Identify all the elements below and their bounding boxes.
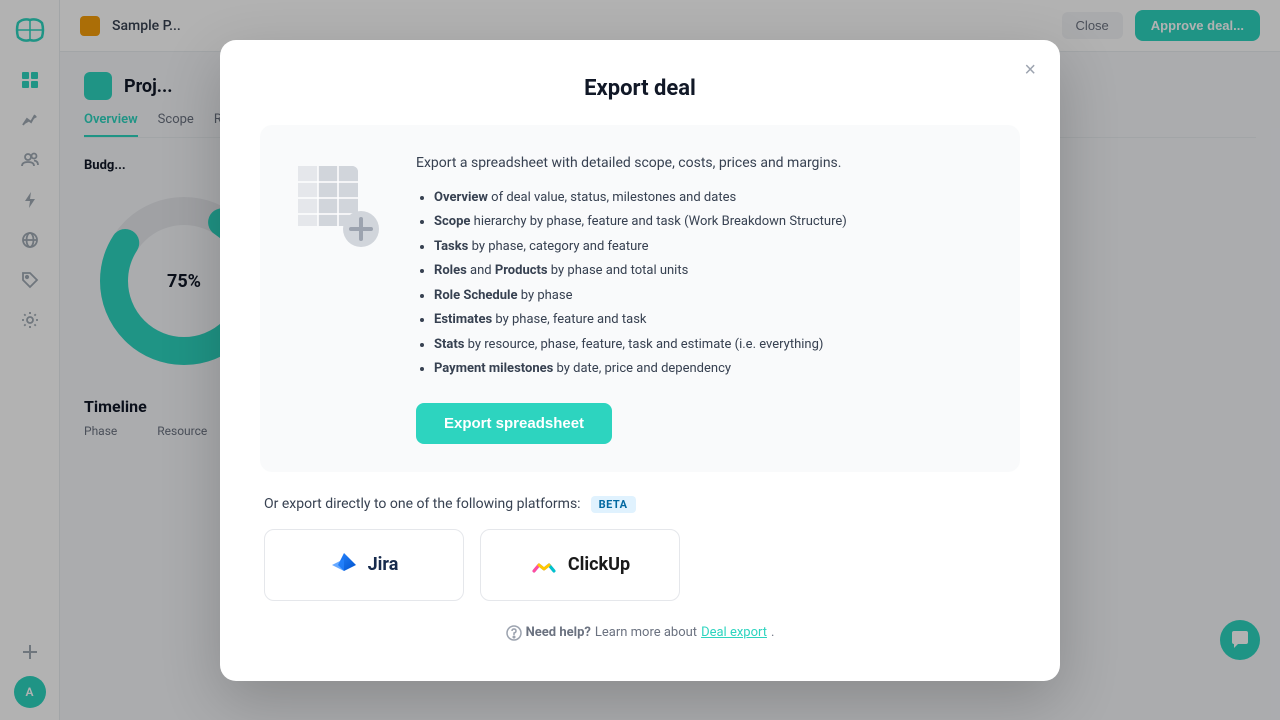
export-description: Export a spreadsheet with detailed scope… (416, 153, 992, 174)
modal-overlay[interactable]: Export deal × (0, 0, 1280, 720)
jira-card[interactable]: Jira (264, 529, 464, 601)
export-modal: Export deal × (220, 40, 1060, 681)
list-item-role-schedule: Role Schedule by phase (434, 286, 992, 306)
platform-cards: Jira ClickUp (264, 529, 1016, 601)
modal-close-button[interactable]: × (1024, 60, 1036, 80)
help-text-suffix: . (771, 625, 774, 640)
clickup-card[interactable]: ClickUp (480, 529, 680, 601)
beta-badge: BETA (591, 496, 636, 513)
platforms-header: Or export directly to one of the followi… (264, 496, 1016, 513)
export-box: Export a spreadsheet with detailed scope… (260, 125, 1020, 472)
list-item-estimates: Estimates by phase, feature and task (434, 310, 992, 330)
spreadsheet-icon (293, 161, 383, 251)
list-item-tasks: Tasks by phase, category and feature (434, 237, 992, 257)
list-item-overview: Overview of deal value, status, mileston… (434, 188, 992, 208)
clickup-label: ClickUp (568, 554, 630, 575)
export-list: Overview of deal value, status, mileston… (416, 188, 992, 379)
jira-icon (330, 551, 358, 579)
clickup-icon (530, 551, 558, 579)
help-text-middle: Learn more about (595, 625, 697, 640)
list-item-scope: Scope hierarchy by phase, feature and ta… (434, 212, 992, 232)
help-text-prefix: Need help? (526, 625, 591, 640)
help-bar: Need help? Learn more about Deal export … (260, 625, 1020, 641)
platforms-label: Or export directly to one of the followi… (264, 496, 581, 512)
jira-label: Jira (368, 554, 399, 575)
list-item-payment: Payment milestones by date, price and de… (434, 359, 992, 379)
modal-title: Export deal (260, 76, 1020, 101)
export-spreadsheet-button[interactable]: Export spreadsheet (416, 403, 612, 444)
help-icon (506, 625, 522, 641)
help-link[interactable]: Deal export (701, 625, 767, 640)
spreadsheet-icon-area (288, 153, 388, 444)
list-item-roles: Roles and Products by phase and total un… (434, 261, 992, 281)
list-item-stats: Stats by resource, phase, feature, task … (434, 335, 992, 355)
export-content: Export a spreadsheet with detailed scope… (416, 153, 992, 444)
platforms-section: Or export directly to one of the followi… (260, 496, 1020, 601)
